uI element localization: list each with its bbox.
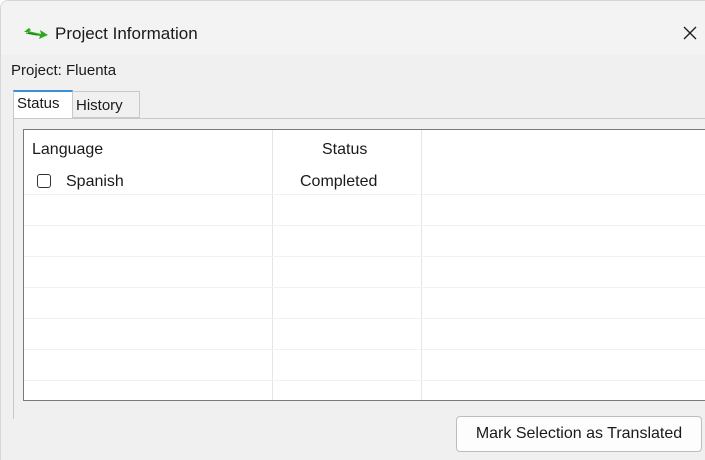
language-cell: Spanish: [66, 173, 124, 190]
close-icon: [683, 26, 696, 40]
mark-translated-button[interactable]: Mark Selection as Translated: [456, 416, 702, 452]
column-header-language[interactable]: Language: [32, 141, 103, 159]
column-separator[interactable]: [272, 130, 273, 400]
title-bar[interactable]: Project Information: [1, 1, 705, 55]
row-divider: [24, 380, 705, 381]
project-information-window: Project Information Project: Fluenta Sta…: [0, 0, 705, 460]
window-title: Project Information: [55, 24, 198, 43]
project-name-label: Project: Fluenta: [11, 62, 117, 79]
row-divider: [24, 318, 705, 319]
row-divider: [24, 194, 705, 195]
column-separator[interactable]: [421, 130, 422, 400]
row-divider: [24, 225, 705, 226]
row-divider: [24, 256, 705, 257]
status-cell: Completed: [300, 173, 378, 190]
tab-history[interactable]: History: [73, 91, 140, 118]
arrow-app-icon: [24, 28, 48, 39]
close-button[interactable]: [673, 15, 705, 51]
row-divider: [24, 287, 705, 288]
column-header-status[interactable]: Status: [322, 141, 367, 159]
row-divider: [24, 349, 705, 350]
language-status-list[interactable]: Language Status Spanish Completed: [23, 129, 705, 401]
language-checkbox[interactable]: [37, 174, 51, 188]
tab-status[interactable]: Status: [13, 90, 73, 119]
